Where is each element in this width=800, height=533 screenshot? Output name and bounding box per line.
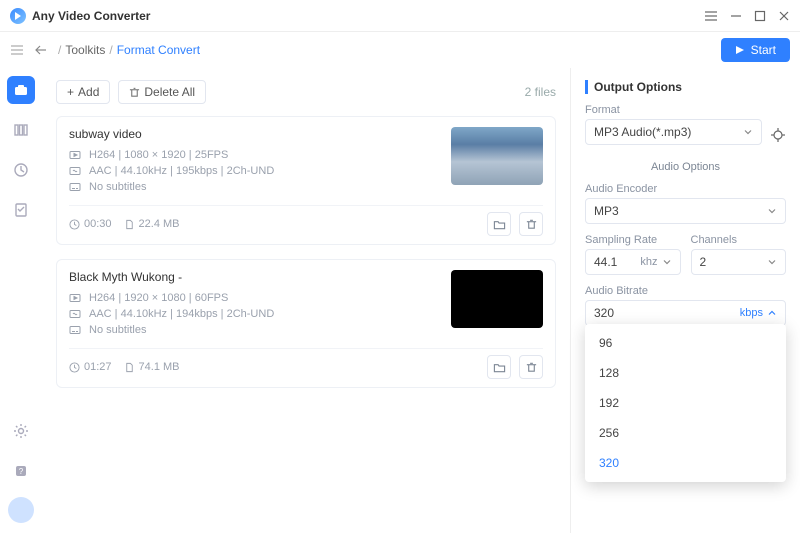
file-size: 22.4 MB	[139, 218, 180, 230]
audio-section-title: Audio Options	[585, 161, 786, 173]
bitrate-select[interactable]: 320 kbps	[585, 300, 786, 326]
open-folder-button[interactable]	[487, 212, 511, 236]
target-icon[interactable]	[770, 127, 786, 143]
sampling-select[interactable]: 44.1 khz	[585, 249, 681, 275]
svg-text:?: ?	[19, 467, 24, 476]
file-card: Black Myth Wukong - H264 | 1920 × 1080 |…	[56, 259, 556, 388]
menu-icon[interactable]	[704, 9, 718, 23]
sampling-label: Sampling Rate	[585, 234, 681, 246]
format-label: Format	[585, 104, 762, 116]
video-icon	[69, 149, 83, 161]
open-folder-button[interactable]	[487, 355, 511, 379]
sidebar-item-toolkit[interactable]	[7, 76, 35, 104]
breadcrumb-current: Format Convert	[117, 43, 200, 57]
file-count: 2 files	[525, 85, 556, 99]
file-audio-info: AAC | 44.10kHz | 195kbps | 2Ch-UND	[89, 165, 274, 177]
back-icon[interactable]	[34, 43, 48, 57]
format-select[interactable]: MP3 Audio(*.mp3)	[585, 119, 762, 145]
file-card: subway video H264 | 1080 × 1920 | 25FPS …	[56, 116, 556, 245]
app-logo	[10, 8, 26, 24]
file-video-info: H264 | 1080 × 1920 | 25FPS	[89, 149, 228, 161]
subtitle-icon	[69, 324, 83, 336]
audio-icon	[69, 165, 83, 177]
bitrate-option[interactable]: 320	[585, 448, 786, 478]
delete-file-button[interactable]	[519, 355, 543, 379]
breadcrumb: / Toolkits / Format Convert	[58, 43, 200, 57]
delete-file-button[interactable]	[519, 212, 543, 236]
sidebar-item-history[interactable]	[7, 156, 35, 184]
video-icon	[69, 292, 83, 304]
minimize-icon[interactable]	[730, 10, 742, 22]
subtitle-icon	[69, 181, 83, 193]
drawer-icon[interactable]	[10, 43, 24, 57]
channels-select[interactable]: 2	[691, 249, 787, 275]
bitrate-option[interactable]: 192	[585, 388, 786, 418]
close-icon[interactable]	[778, 10, 790, 22]
audio-icon	[69, 308, 83, 320]
file-subs-info: No subtitles	[89, 181, 146, 193]
file-thumbnail	[451, 270, 543, 328]
bitrate-option[interactable]: 128	[585, 358, 786, 388]
file-thumbnail	[451, 127, 543, 185]
output-options-title: Output Options	[585, 80, 786, 94]
plus-icon: +	[67, 85, 74, 99]
trash-icon	[129, 87, 140, 98]
chevron-down-icon	[743, 127, 753, 137]
sidebar-item-library[interactable]	[7, 116, 35, 144]
bitrate-dropdown: 96128192256320	[585, 324, 786, 482]
file-title: subway video	[69, 127, 451, 141]
file-title: Black Myth Wukong -	[69, 270, 451, 284]
chevron-down-icon	[767, 206, 777, 216]
breadcrumb-root[interactable]: Toolkits	[65, 43, 105, 57]
sidebar-item-help[interactable]: ?	[7, 457, 35, 485]
sidebar-item-tasks[interactable]	[7, 196, 35, 224]
user-avatar[interactable]	[8, 497, 34, 523]
app-title: Any Video Converter	[32, 9, 150, 23]
file-duration: 01:27	[84, 361, 112, 373]
maximize-icon[interactable]	[754, 10, 766, 22]
bitrate-label: Audio Bitrate	[585, 285, 786, 297]
file-subs-info: No subtitles	[89, 324, 146, 336]
channels-label: Channels	[691, 234, 787, 246]
file-duration: 00:30	[84, 218, 112, 230]
file-size: 74.1 MB	[139, 361, 180, 373]
encoder-label: Audio Encoder	[585, 183, 786, 195]
file-video-info: H264 | 1920 × 1080 | 60FPS	[89, 292, 228, 304]
encoder-select[interactable]: MP3	[585, 198, 786, 224]
delete-all-button[interactable]: Delete All	[118, 80, 206, 104]
bitrate-option[interactable]: 96	[585, 328, 786, 358]
add-button[interactable]: + Add	[56, 80, 110, 104]
sidebar-item-settings[interactable]	[7, 417, 35, 445]
bitrate-option[interactable]: 256	[585, 418, 786, 448]
start-button[interactable]: Start	[721, 38, 790, 62]
file-audio-info: AAC | 44.10kHz | 194kbps | 2Ch-UND	[89, 308, 274, 320]
